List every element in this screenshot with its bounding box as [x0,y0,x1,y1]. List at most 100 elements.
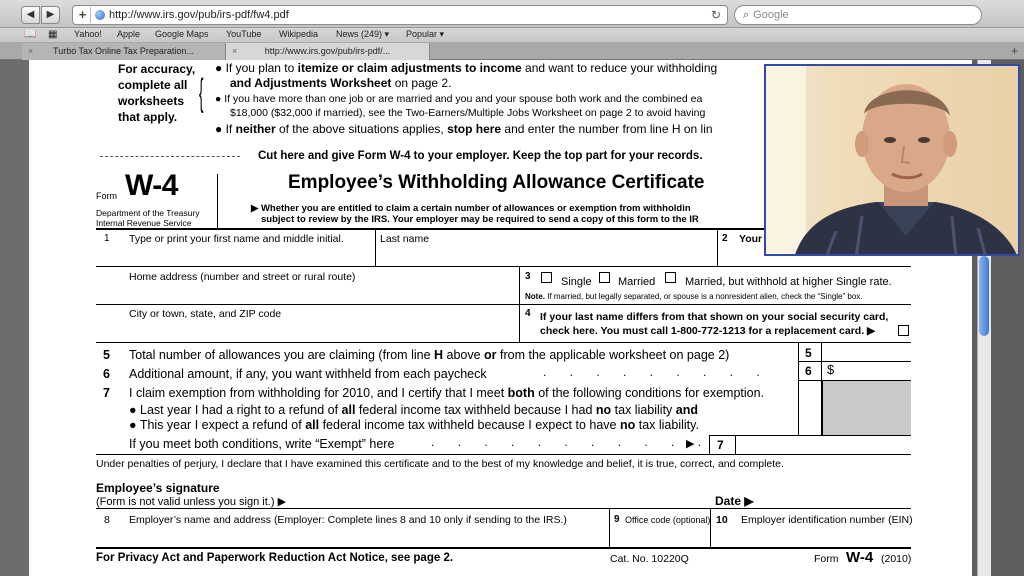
form-bottom-rule [96,547,911,549]
box6-num: 6 [805,364,812,378]
site-globe-icon [95,10,105,20]
bookmark-news[interactable]: News (249) ▾ [336,29,389,40]
home-address-label: Home address (number and street or rural… [129,271,356,283]
line9-num: 9 [614,514,620,525]
worksheet-bullet-2: ● If you have more than one job or are m… [215,93,703,105]
worksheet-label-line: worksheets [118,94,185,108]
top-sites-icon[interactable]: ▦ [48,29,57,40]
line7-text: I claim exemption from withholding for 2… [129,386,765,400]
reading-list-icon[interactable]: 📖 [24,29,36,40]
browser-toolbar: ◀ ▶ + http://www.irs.gov/pub/irs-pdf/fw4… [0,0,1024,28]
line3-note: Note. If married, but legally separated,… [525,292,863,301]
back-button[interactable]: ◀ [21,6,40,24]
cut-dashes [100,156,240,157]
married-higher-label: Married, but withhold at higher Single r… [685,276,892,288]
dept-treasury: Department of the Treasury [96,208,200,218]
additional-amount-field[interactable] [839,362,911,380]
presenter-video-image [766,66,1018,254]
close-tab-icon[interactable]: × [28,43,33,59]
married-label: Married [618,276,656,288]
rule-after-city [96,342,911,343]
tab-label: Turbo Tax Online Tax Preparation... [53,46,194,56]
worksheet-label-line: that apply. [118,110,178,124]
rule-after-line1 [96,266,911,267]
allowances-field[interactable] [822,343,911,361]
bookmark-yahoo[interactable]: Yahoo! [74,29,102,39]
box7-left [709,435,710,454]
line10-num: 10 [716,514,728,526]
bookmark-apple[interactable]: Apple [117,29,140,39]
line7-bullet-1: ● Last year I had a right to a refund of… [129,403,699,417]
shaded-box-edge [822,381,823,435]
worksheet-bullet-1-cont: and Adjustments Worksheet on page 2. [230,76,452,90]
line6-num: 6 [103,367,110,381]
amount-col-left [798,342,799,435]
address-bar[interactable]: + http://www.irs.gov/pub/irs-pdf/fw4.pdf… [72,5,728,25]
dollar-sign: $ [827,362,835,377]
name-differs-checkbox[interactable] [898,325,909,336]
search-icon: ⌕ [743,9,750,21]
tab-bar: × Turbo Tax Online Tax Preparation... × … [0,42,1024,60]
add-bookmark-icon[interactable]: + [75,7,91,23]
line3-num: 3 [525,271,531,282]
line9-label: Office code (optional) [625,515,711,525]
rule-after-address [96,304,911,305]
line1-num: 1 [104,233,110,244]
browser-window: ◀ ▶ + http://www.irs.gov/pub/irs-pdf/fw4… [0,0,1024,576]
first-name-field[interactable] [96,248,717,266]
search-placeholder: Google [753,9,789,21]
irs-label: Internal Revenue Service [96,218,192,228]
line4-text-1: If your last name differs from that show… [540,311,889,323]
single-checkbox[interactable] [541,272,552,283]
warning-line-2: subject to review by the IRS. Your emplo… [261,214,699,225]
new-tab-icon[interactable]: + [1011,44,1018,58]
line8-label: Employer’s name and address (Employer: C… [129,514,567,526]
form-title: Employee’s Withholding Allowance Certifi… [288,172,705,193]
forward-button[interactable]: ▶ [41,6,60,24]
tab-label: http://www.irs.gov/pub/irs-pdf/... [264,46,391,56]
married-checkbox[interactable] [599,272,610,283]
bookmark-youtube[interactable]: YouTube [226,29,261,39]
last-name-label: Last name [380,233,430,245]
divider-line3-4 [519,266,520,342]
line2-label: Your [739,233,763,245]
line10-label: Employer identification number (EIN) [741,514,913,526]
worksheet-bullet-3: ● If neither of the above situations app… [215,122,713,136]
worksheet-brace: { [199,72,204,114]
warning-line-1: ▶ Whether you are entitled to claim a ce… [251,203,691,214]
signature-label: Employee’s signature [96,481,220,495]
bookmark-wikipedia[interactable]: Wikipedia [279,29,318,39]
married-higher-checkbox[interactable] [665,272,676,283]
form-word: Form [96,191,117,201]
line6-leader: . . . . . . . . . [543,365,770,379]
box5-num: 5 [805,346,812,360]
shaded-box [822,381,911,435]
divider-line10 [710,508,711,547]
tab-irs[interactable]: × http://www.irs.gov/pub/irs-pdf/... [226,43,430,60]
bookmark-popular[interactable]: Popular ▾ [406,29,444,40]
rule-after-signature [96,508,911,509]
tab-turbotax[interactable]: × Turbo Tax Online Tax Preparation... [22,43,226,60]
reload-icon[interactable]: ↻ [711,6,721,24]
line5-num: 5 [103,348,110,362]
line1-label: Type or print your first name and middle… [129,233,344,245]
bookmark-google-maps[interactable]: Google Maps [155,29,209,39]
employer-name-field[interactable] [96,528,609,547]
date-field[interactable] [769,490,911,508]
rule-after-line7 [96,454,911,455]
city-label: City or town, state, and ZIP code [129,308,282,320]
close-tab-icon[interactable]: × [232,43,237,59]
line4-text-2: check here. You must call 1-800-772-1213… [540,325,876,337]
worksheet-bullet-2-cont: $18,000 ($32,000 if married), see the Tw… [230,107,706,119]
date-label: Date ▶ [715,494,754,508]
exempt-field[interactable] [736,436,911,454]
line6-text: Additional amount, if any, you want with… [129,367,487,381]
signature-field[interactable] [319,482,709,508]
footer-form-number: W-4 [846,549,874,566]
form-number: W-4 [125,169,178,202]
divider-line9 [609,508,610,547]
search-input[interactable]: ⌕ Google [734,5,982,25]
scroll-thumb[interactable] [979,256,989,336]
url-text[interactable]: http://www.irs.gov/pub/irs-pdf/fw4.pdf [109,6,289,24]
worksheet-label-line: For accuracy, [118,62,196,76]
